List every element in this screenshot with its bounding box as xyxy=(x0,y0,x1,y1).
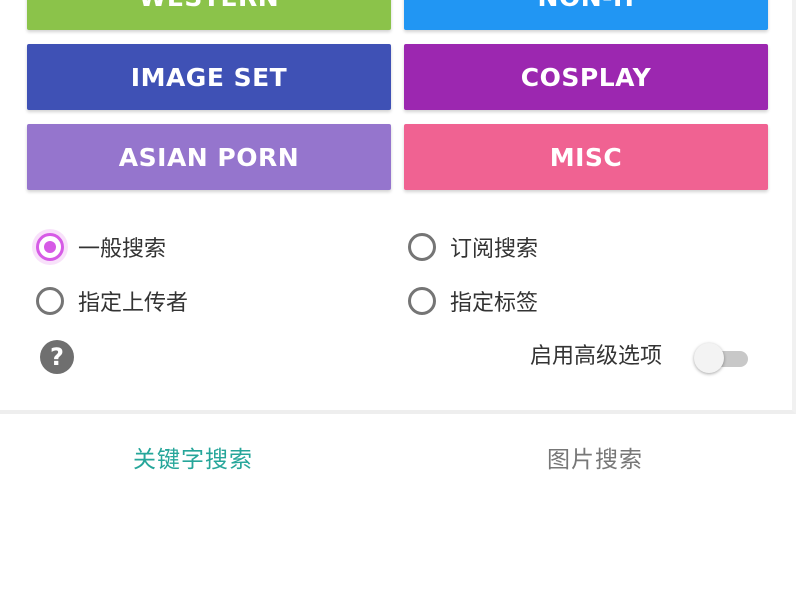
category-image-set-button[interactable]: IMAGE SET xyxy=(27,44,391,110)
radio-uploader-search[interactable]: 指定上传者 xyxy=(36,281,188,321)
category-asian-porn-button[interactable]: ASIAN PORN xyxy=(27,124,391,190)
radio-dot xyxy=(44,241,56,253)
toggle-thumb xyxy=(694,343,724,373)
radio-label: 指定上传者 xyxy=(78,291,189,316)
radio-button-icon xyxy=(36,233,64,261)
help-icon[interactable]: ? xyxy=(40,340,74,374)
radio-normal-search[interactable]: 一般搜索 xyxy=(36,227,166,267)
radio-button-icon xyxy=(408,233,436,261)
radio-label: 一般搜索 xyxy=(78,237,167,262)
category-non-h-button[interactable]: NON-H xyxy=(404,0,768,30)
radio-label: 订阅搜索 xyxy=(450,237,539,262)
radio-button-icon xyxy=(36,287,64,315)
search-options-card: WESTERN NON-H IMAGE SET COSPLAY ASIAN PO… xyxy=(0,0,796,414)
category-western-button[interactable]: WESTERN xyxy=(27,0,391,30)
tab-keyword-search[interactable]: 关键字搜索 xyxy=(133,438,253,482)
advanced-options-toggle[interactable] xyxy=(694,342,750,374)
radio-subscription-search[interactable]: 订阅搜索 xyxy=(408,227,538,267)
advanced-options-label: 启用高级选项 xyxy=(530,344,663,369)
radio-tag-search[interactable]: 指定标签 xyxy=(408,281,538,321)
tab-image-search[interactable]: 图片搜索 xyxy=(547,438,643,482)
category-cosplay-button[interactable]: COSPLAY xyxy=(404,44,768,110)
category-misc-button[interactable]: MISC xyxy=(404,124,768,190)
radio-label: 指定标签 xyxy=(450,291,539,316)
radio-button-icon xyxy=(408,287,436,315)
